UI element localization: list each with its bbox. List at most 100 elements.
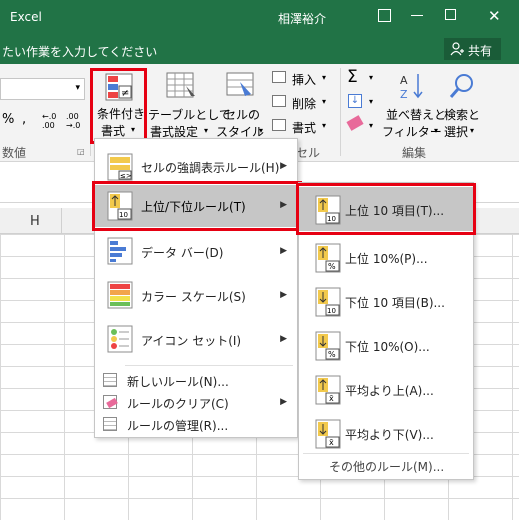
sort-label-1: 並べ替えと — [386, 108, 447, 122]
menu-item-data-bars[interactable]: データ バー(D) ▶ — [95, 231, 297, 273]
title-bar: Excel 相澤裕介 ✕ — [0, 0, 519, 34]
submenu-arrow-icon: ▶ — [280, 397, 287, 407]
tell-me-input[interactable]: たい作業を入力してください — [2, 43, 157, 60]
cell-styles-icon — [226, 72, 254, 96]
chevron-down-icon: ▾ — [131, 125, 136, 134]
decrease-decimal-button[interactable]: .00 →.0 — [66, 112, 86, 130]
chevron-down-icon: ▾ — [204, 126, 209, 135]
number-format-dropdown[interactable]: ▾ — [0, 78, 85, 100]
delete-button[interactable]: 削除 ▾ — [270, 92, 336, 112]
submenu-item-bottom-10-percent[interactable]: % 下位 10%(O)... — [299, 323, 473, 367]
menu-item-color-scales[interactable]: カラー スケール(S) ▶ — [95, 275, 297, 317]
chevron-down-icon: ▾ — [75, 83, 80, 93]
fill-icon[interactable]: ↓ — [348, 94, 362, 108]
below-average-icon: x̄ — [315, 419, 341, 449]
sort-filter-button[interactable]: A Z 並べ替えと フィルター ▾ — [382, 70, 446, 142]
menu-item-new-rule[interactable]: 新しいルール(N)... — [95, 369, 297, 391]
manage-rules-icon — [103, 417, 117, 431]
dialog-launcher-icon[interactable]: ◲ — [77, 147, 85, 156]
cond-format-label-1: 条件付き — [97, 107, 146, 121]
format-as-table-button[interactable]: テーブルとして 書式設定 ▾ — [148, 70, 231, 142]
highlight-frame-top-bottom — [92, 181, 302, 231]
conditional-format-icon: ≠ — [105, 73, 133, 101]
group-label-edit: 編集 — [402, 146, 427, 160]
insert-button[interactable]: 挿入 ▾ — [270, 68, 336, 88]
ribbon-display-options-icon[interactable] — [378, 9, 391, 22]
chevron-down-icon: ▾ — [322, 121, 327, 130]
svg-text:%: % — [328, 262, 336, 271]
above-average-icon: x̄ — [315, 375, 341, 405]
new-rule-icon — [103, 373, 117, 387]
submenu-arrow-icon: ▶ — [280, 334, 287, 344]
delete-label: 削除 — [292, 97, 317, 111]
sort-az-icon: A Z — [400, 74, 423, 100]
menu-item-clear-rules[interactable]: ルールのクリア(C) ▶ — [95, 391, 297, 413]
sort-label-2: フィルター — [382, 125, 442, 139]
group-label-number: 数値 — [2, 146, 27, 160]
share-button[interactable]: 共有 — [444, 38, 501, 60]
insert-label: 挿入 — [292, 73, 317, 87]
eraser-icon[interactable] — [346, 115, 364, 131]
icon-set-icon — [107, 325, 133, 353]
chevron-down-icon: ▾ — [434, 126, 439, 135]
chevron-down-icon: ▾ — [322, 73, 327, 82]
menu-item-manage-rules[interactable]: ルールの管理(R)... — [95, 413, 297, 435]
cond-format-label-2: 書式 — [101, 124, 126, 138]
increase-decimal-button[interactable]: ←.0 .00 — [42, 112, 62, 130]
color-scale-icon — [107, 281, 133, 309]
data-bar-icon — [107, 237, 133, 265]
divider — [340, 68, 341, 156]
menu-item-icon-sets[interactable]: アイコン セット(I) ▶ — [95, 319, 297, 361]
menu-separator — [125, 365, 293, 366]
find-label-2: 選択 — [444, 125, 469, 139]
format-label: 書式 — [292, 121, 317, 135]
svg-text:A: A — [400, 74, 408, 87]
svg-text:%: % — [328, 350, 336, 359]
percent-style-button[interactable]: % — [2, 112, 14, 127]
chevron-down-icon: ▾ — [369, 73, 374, 82]
bottom-10-percent-icon: % — [315, 331, 341, 361]
magnifier-icon — [449, 74, 473, 98]
cell-style-label-1: セルの — [224, 108, 261, 122]
maximize-icon[interactable] — [445, 9, 456, 20]
menu-separator — [303, 453, 469, 454]
conditional-format-menu: ≤> セルの強調表示ルール(H) ▶ 10 上位/下位ルール(T) ▶ データ … — [92, 138, 302, 438]
conditional-formatting-button[interactable]: ≠ 条件付き 書式 ▾ — [90, 68, 147, 144]
close-icon[interactable]: ✕ — [488, 7, 501, 25]
app-name: Excel — [10, 10, 42, 24]
person-icon — [450, 42, 464, 56]
column-header-h[interactable]: H — [0, 208, 62, 234]
top-bottom-submenu: 10 上位 10 項目(T)... % 上位 10%(P)... 10 下位 1… — [296, 182, 476, 480]
highlight-frame-top-10 — [296, 183, 476, 235]
table-icon — [166, 72, 195, 98]
chevron-down-icon: ▾ — [369, 97, 374, 106]
submenu-arrow-icon: ▶ — [280, 246, 287, 256]
tell-me-bar: たい作業を入力してください 共有 — [0, 34, 519, 64]
submenu-item-bottom-10-items[interactable]: 10 下位 10 項目(B)... — [299, 279, 473, 323]
svg-text:x̄: x̄ — [329, 438, 334, 447]
find-label-1: 検索と — [444, 108, 481, 122]
insert-cells-icon — [272, 71, 286, 83]
top-10-percent-icon: % — [315, 243, 341, 273]
submenu-item-below-average[interactable]: x̄ 平均より下(V)... — [299, 411, 473, 455]
format-button[interactable]: 書式 ▾ — [270, 116, 336, 136]
chevron-down-icon: ▾ — [322, 97, 327, 106]
bottom-10-icon: 10 — [315, 287, 341, 317]
clear-rules-icon — [103, 395, 118, 409]
comma-style-button[interactable]: , — [22, 112, 26, 127]
autosum-icon[interactable]: Σ — [347, 67, 358, 87]
delete-cells-icon — [272, 95, 286, 107]
submenu-item-more-rules[interactable]: その他のルール(M)... — [299, 455, 473, 477]
highlight-cells-icon: ≤> — [107, 153, 133, 181]
submenu-item-above-average[interactable]: x̄ 平均より上(A)... — [299, 367, 473, 411]
chevron-down-icon: ▾ — [259, 126, 264, 135]
user-name[interactable]: 相澤裕介 — [278, 10, 326, 27]
share-label: 共有 — [468, 44, 493, 58]
svg-text:10: 10 — [327, 307, 336, 315]
chevron-down-icon: ▾ — [369, 121, 374, 130]
minimize-icon[interactable] — [411, 15, 423, 16]
submenu-arrow-icon: ▶ — [280, 161, 287, 171]
cell-styles-button[interactable]: セルの スタイル ▾ — [216, 70, 266, 142]
find-select-button[interactable]: 検索と 選択 ▾ — [444, 70, 484, 142]
submenu-item-top-10-percent[interactable]: % 上位 10%(P)... — [299, 235, 473, 279]
